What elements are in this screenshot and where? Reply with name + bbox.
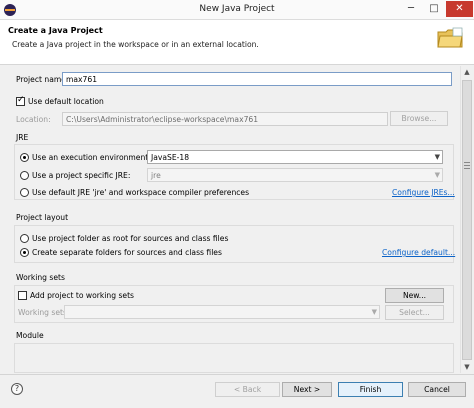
jre-env-value: JavaSE-18: [151, 153, 190, 162]
location-label: Location:: [16, 115, 51, 124]
configure-jres-link[interactable]: Configure JREs...: [392, 188, 455, 197]
folder-icon: [437, 27, 463, 48]
jre-specific-select[interactable]: jre ▼: [147, 168, 443, 182]
working-sets-label: Working sets:: [18, 308, 70, 317]
scroll-down-icon[interactable]: ▼: [460, 361, 474, 373]
configure-default-link[interactable]: Configure default...: [382, 248, 455, 257]
project-name-label: Project name:: [16, 75, 69, 84]
scrollbar-grip: [464, 168, 470, 169]
scrollbar-grip: [464, 162, 470, 163]
jre-specific-label: Use a project specific JRE:: [32, 171, 131, 180]
add-to-working-sets-checkbox[interactable]: [18, 291, 27, 300]
cancel-button[interactable]: Cancel: [408, 382, 466, 397]
browse-button[interactable]: Browse...: [390, 111, 448, 126]
chevron-down-icon: ▼: [434, 153, 440, 161]
jre-env-radio[interactable]: [20, 153, 29, 162]
working-sets-section-title: Working sets: [16, 273, 65, 282]
layout-separate-label: Create separate folders for sources and …: [32, 248, 222, 257]
chevron-down-icon: ▼: [434, 171, 440, 179]
next-button[interactable]: Next >: [282, 382, 332, 397]
jre-default-radio[interactable]: [20, 188, 29, 197]
use-default-location-label: Use default location: [28, 97, 104, 106]
project-name-input[interactable]: max761: [62, 72, 452, 86]
scrollbar-thumb[interactable]: [462, 80, 472, 360]
close-button[interactable]: ✕: [446, 1, 473, 17]
layout-group: [14, 225, 454, 263]
layout-root-radio[interactable]: [20, 234, 29, 243]
layout-separate-radio[interactable]: [20, 248, 29, 257]
jre-default-label: Use default JRE 'jre' and workspace comp…: [32, 188, 250, 197]
jre-specific-value: jre: [151, 171, 161, 180]
location-input[interactable]: C:\Users\Administrator\eclipse-workspace…: [62, 112, 388, 126]
banner-title: Create a Java Project: [8, 26, 103, 35]
jre-env-select[interactable]: JavaSE-18 ▼: [147, 150, 443, 164]
jre-env-label: Use an execution environment JRE:: [32, 153, 166, 162]
new-working-set-button[interactable]: New...: [385, 288, 444, 303]
jre-specific-radio[interactable]: [20, 171, 29, 180]
finish-button[interactable]: Finish: [338, 382, 403, 397]
working-sets-select[interactable]: ▼: [64, 305, 380, 319]
back-button[interactable]: < Back: [215, 382, 280, 397]
add-to-working-sets-label: Add project to working sets: [30, 291, 135, 300]
select-working-set-button[interactable]: Select...: [385, 305, 444, 320]
layout-root-label: Use project folder as root for sources a…: [32, 234, 229, 243]
maximize-button[interactable]: □: [423, 1, 445, 17]
module-section-title: Module: [16, 331, 44, 340]
layout-section-title: Project layout: [16, 213, 69, 222]
chevron-down-icon: ▼: [371, 308, 377, 316]
footer-separator: [0, 374, 474, 375]
scroll-up-icon[interactable]: ▲: [460, 66, 474, 78]
use-default-location-checkbox[interactable]: [16, 95, 25, 106]
minimize-button[interactable]: ─: [400, 1, 422, 17]
jre-section-title: JRE: [16, 133, 29, 142]
banner-description: Create a Java project in the workspace o…: [12, 40, 259, 49]
scrollbar-grip: [464, 165, 470, 166]
help-icon[interactable]: ?: [11, 383, 23, 395]
module-group: [14, 343, 454, 373]
